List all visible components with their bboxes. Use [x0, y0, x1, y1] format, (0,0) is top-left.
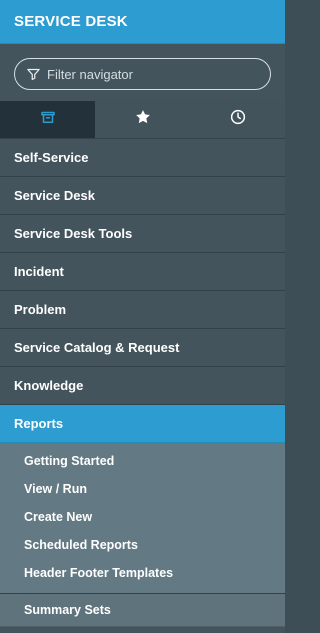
nav-item-incident[interactable]: Incident	[0, 253, 285, 291]
submenu-item-scheduled-reports[interactable]: Scheduled Reports	[0, 531, 285, 559]
nav-item-label: Knowledge	[14, 378, 84, 393]
nav-item-label: Service Desk	[14, 188, 95, 203]
application-menu: Self-Service Service Desk Service Desk T…	[0, 139, 285, 627]
filter-navigator-box[interactable]	[14, 58, 271, 90]
nav-item-label: Reports	[14, 416, 64, 431]
header-title: SERVICE DESK	[14, 13, 128, 30]
search-area	[0, 44, 285, 101]
tab-history[interactable]	[190, 101, 285, 138]
submenu-item-create-new[interactable]: Create New	[0, 503, 285, 531]
filter-navigator-input[interactable]	[47, 66, 257, 82]
navigator-tabs	[0, 101, 285, 139]
submenu-item-label: Header Footer Templates	[24, 566, 174, 580]
tab-all-applications[interactable]	[0, 101, 95, 138]
nav-item-service-catalog-request[interactable]: Service Catalog & Request	[0, 329, 285, 367]
nav-item-service-desk[interactable]: Service Desk	[0, 177, 285, 215]
archive-icon	[39, 108, 57, 131]
submenu-item-view-run[interactable]: View / Run	[0, 475, 285, 503]
submenu-item-header-footer-templates[interactable]: Header Footer Templates	[0, 559, 285, 587]
nav-item-label: Self-Service	[14, 150, 89, 165]
submenu-item-label: View / Run	[24, 482, 87, 496]
submenu-item-summary-sets[interactable]: Summary Sets	[0, 594, 285, 627]
nav-item-reports[interactable]: Reports	[0, 405, 285, 443]
nav-item-service-desk-tools[interactable]: Service Desk Tools	[0, 215, 285, 253]
filter-icon	[25, 66, 42, 83]
star-icon	[134, 108, 152, 131]
submenu-item-label: Getting Started	[24, 454, 115, 468]
submenu-item-label: Scheduled Reports	[24, 538, 138, 552]
navigator-panel: SERVICE DESK Filter navigator Self-Servi…	[0, 0, 285, 633]
nav-item-label: Problem	[14, 302, 67, 317]
nav-item-label: Service Desk Tools	[14, 226, 133, 241]
nav-item-knowledge[interactable]: Knowledge	[0, 367, 285, 405]
nav-item-self-service[interactable]: Self-Service	[0, 139, 285, 177]
submenu-item-label: Create New	[24, 510, 93, 524]
nav-item-label: Service Catalog & Request	[14, 340, 180, 355]
tab-favorites[interactable]	[95, 101, 190, 138]
submenu-item-getting-started[interactable]: Getting Started	[0, 447, 285, 475]
nav-item-label: Incident	[14, 264, 64, 279]
reports-submenu: Getting Started View / Run Create New Sc…	[0, 443, 285, 594]
submenu-item-label: Summary Sets	[24, 603, 111, 617]
app-header: SERVICE DESK	[0, 0, 285, 44]
clock-icon	[229, 108, 247, 131]
nav-item-problem[interactable]: Problem	[0, 291, 285, 329]
